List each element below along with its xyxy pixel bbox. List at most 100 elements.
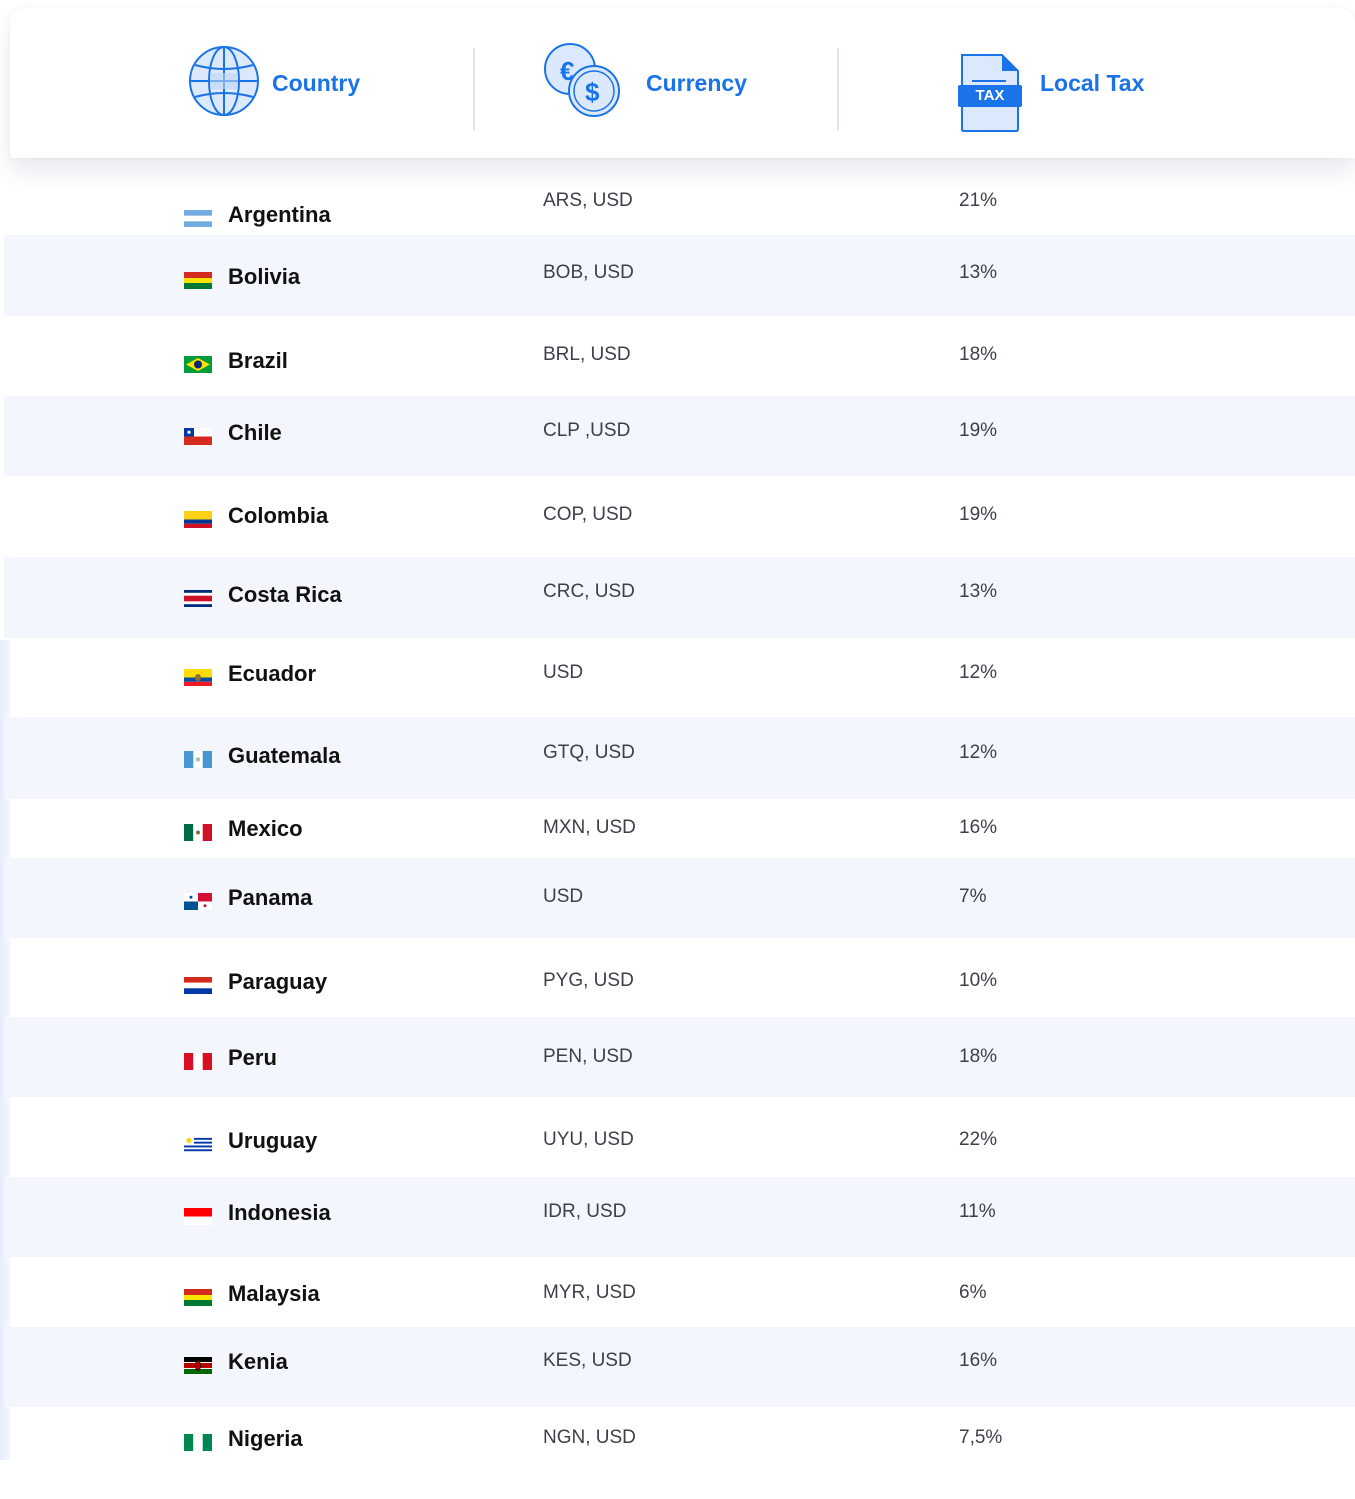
currency-cell: CLP ,USD: [543, 420, 631, 441]
currency-cell: GTQ, USD: [543, 742, 635, 763]
colombia-flag-icon: [184, 508, 212, 528]
indonesia-flag-icon: [184, 1205, 212, 1225]
country-cell: Guatemala: [184, 743, 341, 769]
table-row: Guatemala GTQ, USD 12%: [4, 717, 1355, 799]
local-tax-cell: 10%: [959, 970, 998, 991]
country-name: Argentina: [228, 202, 331, 227]
table-row: Costa Rica CRC, USD 13%: [4, 557, 1355, 638]
local-tax-cell: 16%: [959, 1350, 998, 1371]
country-name: Mexico: [228, 816, 303, 841]
local-tax-cell: 7,5%: [959, 1427, 1003, 1448]
table-row: Chile CLP ,USD 19%: [4, 396, 1355, 476]
local-tax-cell: 19%: [959, 420, 998, 441]
country-name: Colombia: [228, 503, 329, 528]
country-name: Uruguay: [228, 1128, 318, 1153]
country-cell: Peru: [184, 1045, 277, 1071]
country-name: Peru: [228, 1045, 277, 1070]
malaysia-flag-icon: [184, 1286, 212, 1306]
column-header-local-tax[interactable]: TAX Local Tax: [956, 8, 1144, 158]
country-name: Chile: [228, 420, 282, 445]
country-name: Costa Rica: [228, 582, 342, 607]
country-cell: Kenia: [184, 1349, 288, 1375]
currency-cell: KES, USD: [543, 1350, 632, 1371]
country-cell: Costa Rica: [184, 582, 342, 608]
guatemala-flag-icon: [184, 748, 212, 768]
table-row: Peru PEN, USD 18%: [4, 1017, 1355, 1097]
currency-cell: PYG, USD: [543, 970, 634, 991]
table-row: Colombia COP, USD 19%: [4, 476, 1355, 557]
currency-cell: PEN, USD: [543, 1046, 633, 1067]
local-tax-cell: 22%: [959, 1129, 998, 1150]
chile-flag-icon: [184, 425, 212, 445]
country-name: Guatemala: [228, 743, 341, 768]
country-cell: Argentina: [184, 202, 331, 228]
country-name: Nigeria: [228, 1426, 303, 1451]
column-header-label: Country: [272, 69, 361, 96]
kenya-flag-icon: [184, 1354, 212, 1374]
country-name: Kenia: [228, 1349, 288, 1374]
local-tax-cell: 12%: [959, 742, 998, 763]
currency-cell: CRC, USD: [543, 581, 635, 602]
country-name: Bolivia: [228, 264, 301, 289]
country-cell: Panama: [184, 885, 312, 911]
currency-cell: USD: [543, 886, 584, 907]
paraguay-flag-icon: [184, 974, 212, 994]
nigeria-flag-icon: [184, 1431, 212, 1451]
country-name: Ecuador: [228, 661, 317, 686]
svg-text:$: $: [585, 77, 600, 107]
column-header-label: Currency: [646, 69, 747, 96]
coins-icon: € $: [542, 39, 626, 128]
country-cell: Bolivia: [184, 264, 300, 290]
table-row: Indonesia IDR, USD 11%: [4, 1177, 1355, 1257]
country-cell: Nigeria: [184, 1426, 303, 1452]
country-cell: Indonesia: [184, 1200, 331, 1226]
costa-rica-flag-icon: [184, 587, 212, 607]
country-name: Brazil: [228, 348, 288, 373]
column-divider: [473, 48, 475, 130]
table-row: Bolivia BOB, USD 13%: [4, 235, 1355, 316]
local-tax-cell: 13%: [959, 581, 998, 602]
local-tax-cell: 19%: [959, 504, 998, 525]
country-name: Panama: [228, 885, 313, 910]
local-tax-cell: 6%: [959, 1282, 987, 1303]
local-tax-cell: 16%: [959, 817, 998, 838]
table-header: Country € $ Currency TAX Local Tax: [10, 8, 1355, 158]
currency-cell: COP, USD: [543, 504, 633, 525]
country-name: Malaysia: [228, 1281, 320, 1306]
currency-cell: BRL, USD: [543, 344, 631, 365]
mexico-flag-icon: [184, 821, 212, 841]
country-cell: Colombia: [184, 503, 328, 529]
table-row: Ecuador USD 12%: [4, 638, 1355, 717]
currency-cell: ARS, USD: [543, 190, 633, 211]
country-cell: Mexico: [184, 816, 303, 842]
brazil-flag-icon: [184, 353, 212, 373]
column-header-country[interactable]: Country: [188, 8, 360, 158]
table-row: Panama USD 7%: [4, 858, 1355, 938]
table-row: Nigeria NGN, USD 7,5%: [4, 1407, 1355, 1499]
globe-icon: [188, 45, 260, 122]
column-header-currency[interactable]: € $ Currency: [542, 8, 747, 158]
currency-cell: BOB, USD: [543, 262, 634, 283]
currency-cell: USD: [543, 662, 584, 683]
panama-flag-icon: [184, 890, 212, 910]
local-tax-cell: 13%: [959, 262, 998, 283]
country-name: Indonesia: [228, 1200, 331, 1225]
country-cell: Uruguay: [184, 1128, 317, 1154]
table-row: Brazil BRL, USD 18%: [4, 316, 1355, 396]
currency-cell: IDR, USD: [543, 1201, 627, 1222]
table-row: Kenia KES, USD 16%: [4, 1327, 1355, 1407]
local-tax-cell: 21%: [959, 190, 998, 211]
local-tax-cell: 12%: [959, 662, 998, 683]
currency-cell: UYU, USD: [543, 1129, 634, 1150]
table-row: Paraguay PYG, USD 10%: [4, 938, 1355, 1017]
country-cell: Ecuador: [184, 661, 316, 687]
currency-cell: MXN, USD: [543, 817, 636, 838]
local-tax-cell: 11%: [959, 1201, 996, 1222]
table-row: Malaysia MYR, USD 6%: [4, 1257, 1355, 1327]
country-cell: Malaysia: [184, 1281, 320, 1307]
tax-document-icon: TAX: [956, 51, 1024, 135]
column-header-label: Local Tax: [1040, 69, 1145, 96]
column-divider: [837, 48, 839, 130]
uruguay-flag-icon: [184, 1133, 212, 1153]
local-tax-cell: 7%: [959, 886, 987, 907]
